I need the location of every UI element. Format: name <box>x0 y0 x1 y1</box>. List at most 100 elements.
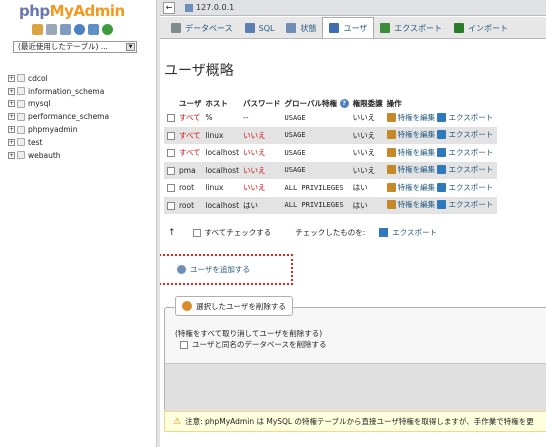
export-icon <box>437 147 447 157</box>
drop-db-option[interactable]: ユーザと同名のデータベースを削除する <box>180 339 326 350</box>
database-item[interactable]: + performance_schema <box>8 110 109 123</box>
table-row: すべて% -- USAGE いいえ 特権を編集 エクスポート <box>164 109 498 127</box>
edit-privileges-link[interactable]: 特権を編集 <box>386 164 435 175</box>
cell-password: いいえ <box>243 161 285 179</box>
export-link[interactable]: エクスポート <box>437 164 493 175</box>
privileges-notice: ⚠ 注意: phpMyAdmin は MySQL の特権テーブルから直接ユーザ特権… <box>164 411 546 432</box>
sql-icon[interactable] <box>60 24 71 35</box>
database-icon <box>17 151 25 160</box>
tab-export[interactable]: エクスポート <box>374 18 448 38</box>
help-icon[interactable]: ? <box>339 99 349 108</box>
col-host: ホスト <box>205 97 244 109</box>
tab-databases[interactable]: データベース <box>165 18 239 38</box>
expand-icon[interactable]: + <box>8 74 15 82</box>
edit-privileges-link[interactable]: 特権を編集 <box>386 199 435 210</box>
database-icon <box>17 74 25 83</box>
row-checkbox[interactable] <box>167 131 175 140</box>
expand-icon[interactable]: + <box>8 126 15 134</box>
database-name[interactable]: information_schema <box>28 87 104 96</box>
table-header-row: ユーザ ホスト パスワード グローバル特権 ? 権限委譲 操作 <box>164 97 498 109</box>
row-checkbox[interactable] <box>167 201 175 210</box>
table-row: すべて localhost いいえ USAGE いいえ 特権を編集 エクスポート <box>164 144 498 162</box>
delete-users-legend: 選択したユーザを削除する <box>175 296 293 316</box>
docs-icon[interactable] <box>88 24 99 35</box>
cell-host: localhost <box>205 144 244 162</box>
export-icon <box>437 200 447 210</box>
expand-icon[interactable]: + <box>8 113 15 121</box>
database-icon <box>17 125 25 134</box>
expand-icon[interactable]: + <box>8 87 15 95</box>
database-name[interactable]: webauth <box>28 151 61 160</box>
add-user-icon <box>177 265 186 274</box>
col-grant: 権限委譲 <box>352 97 387 109</box>
cell-privileges: ALL PRIVILEGES <box>284 179 353 197</box>
fieldset-footer <box>165 363 546 411</box>
edit-privileges-link[interactable]: 特権を編集 <box>386 147 435 158</box>
cell-password: いいえ <box>243 144 285 162</box>
cell-privileges: USAGE <box>284 126 353 144</box>
help-icon[interactable] <box>74 24 85 35</box>
server-breadcrumb[interactable]: 127.0.0.1 <box>185 3 234 12</box>
row-checkbox[interactable] <box>167 166 175 175</box>
cell-user: root <box>179 196 206 214</box>
row-checkbox[interactable] <box>167 184 175 193</box>
database-name[interactable]: performance_schema <box>28 112 109 121</box>
database-name[interactable]: test <box>28 138 42 147</box>
table-row: すべて linux いいえ USAGE いいえ 特権を編集 エクスポート <box>164 126 498 144</box>
cell-privileges: USAGE <box>284 144 353 162</box>
tab-status[interactable]: 状態 <box>280 18 322 38</box>
database-name[interactable]: cdcol <box>28 74 48 83</box>
export-link[interactable]: エクスポート <box>437 199 493 210</box>
export-link[interactable]: エクスポート <box>437 182 493 193</box>
export-link[interactable]: エクスポート <box>437 129 493 140</box>
row-checkbox[interactable] <box>167 149 175 158</box>
cell-host: localhost <box>205 161 244 179</box>
expand-icon[interactable]: + <box>8 138 15 146</box>
back-arrow-icon[interactable]: ← <box>163 1 175 14</box>
warning-icon: ⚠ <box>173 416 182 427</box>
database-item[interactable]: + phpmyadmin <box>8 123 109 136</box>
with-selected-export-button[interactable]: エクスポート <box>379 227 437 238</box>
table-icon[interactable] <box>46 24 57 35</box>
export-link[interactable]: エクスポート <box>437 147 493 158</box>
arrow-up-icon: ↑ <box>168 227 176 238</box>
database-item[interactable]: + test <box>8 136 109 149</box>
edit-privileges-link[interactable]: 特権を編集 <box>386 182 435 193</box>
phpmyadmin-logo[interactable]: phpMyAdmin <box>19 2 125 20</box>
cell-password: いいえ <box>243 179 285 197</box>
export-icon <box>437 165 447 175</box>
tab-sql[interactable]: SQL <box>239 18 281 38</box>
table-row: root localhost はい ALL PRIVILEGES はい 特権を編集 エクス… <box>164 196 498 214</box>
row-checkbox[interactable] <box>167 114 175 123</box>
expand-icon[interactable]: + <box>8 151 15 159</box>
sql-icon <box>244 23 255 33</box>
tab-import[interactable]: インポート <box>448 18 514 38</box>
main-panel: ← 127.0.0.1 データベース SQL 状態 ユーザ エクスポート インポート ユー… <box>160 0 546 447</box>
check-all-checkbox[interactable] <box>192 228 201 237</box>
drop-db-checkbox[interactable] <box>180 340 188 349</box>
database-name[interactable]: mysql <box>28 99 51 108</box>
cell-host: linux <box>205 126 244 144</box>
database-item[interactable]: + cdcol <box>8 72 109 85</box>
reload-icon[interactable] <box>102 24 113 35</box>
database-item[interactable]: + information_schema <box>8 85 109 98</box>
chevron-down-icon: ▼ <box>126 43 135 51</box>
database-item[interactable]: + webauth <box>8 149 109 162</box>
recent-tables-select[interactable]: (最近使用したテーブル) ... ▼ <box>13 41 137 53</box>
export-icon <box>437 182 447 192</box>
check-all-label[interactable]: すべてチェックする <box>205 227 272 238</box>
database-item[interactable]: + mysql <box>8 98 109 111</box>
expand-icon[interactable]: + <box>8 100 15 108</box>
database-name[interactable]: phpmyadmin <box>28 125 78 134</box>
cell-grant: いいえ <box>352 161 387 179</box>
export-link[interactable]: エクスポート <box>437 112 493 123</box>
cell-grant: はい <box>352 179 387 197</box>
bulk-actions: ↑ すべてチェックする チェックしたものを: エクスポート <box>168 227 437 238</box>
cell-user: すべて <box>179 109 206 127</box>
add-user-link[interactable]: ユーザを追加する <box>177 264 250 275</box>
tab-users[interactable]: ユーザ <box>322 17 375 38</box>
home-icon[interactable] <box>32 24 43 35</box>
edit-privileges-link[interactable]: 特権を編集 <box>386 129 435 140</box>
main-tabs: データベース SQL 状態 ユーザ エクスポート インポート <box>160 17 546 39</box>
edit-privileges-link[interactable]: 特権を編集 <box>386 112 435 123</box>
